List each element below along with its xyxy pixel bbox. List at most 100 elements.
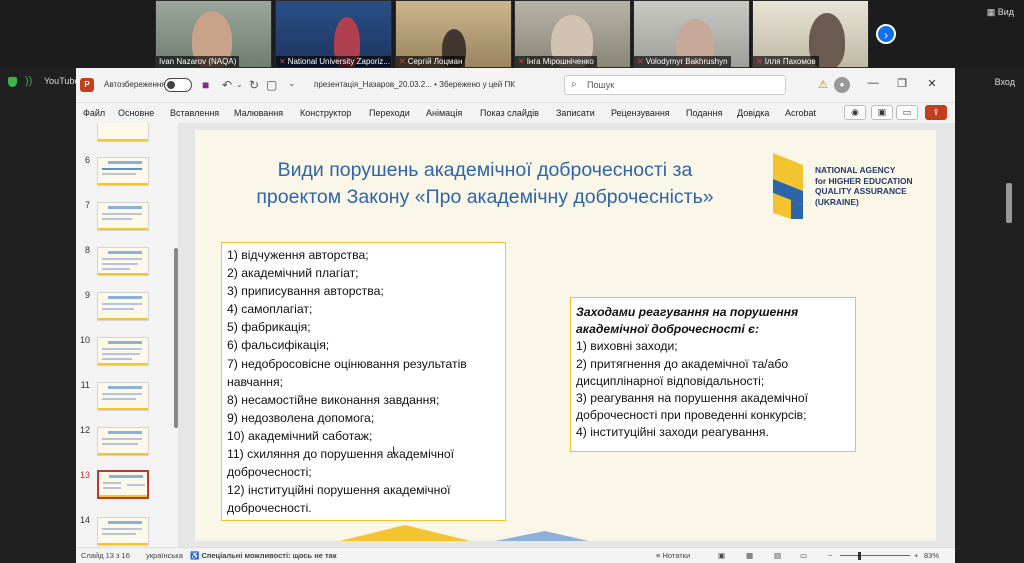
tab-review[interactable]: Рецензування — [611, 108, 670, 118]
zoom-participant-strip: Ivan Nazarov (NAQA) ✕ National University… — [0, 0, 1024, 68]
slide-thumbnail[interactable] — [97, 427, 149, 456]
tab-home[interactable]: Основне — [118, 108, 154, 118]
undo-dropdown-icon[interactable]: ⌄ — [236, 80, 243, 89]
participant-name: Ivan Nazarov (NAQA) — [156, 56, 240, 67]
slide-counter: Слайд 13 з 16 — [81, 551, 130, 560]
thumb-text — [103, 487, 121, 489]
slide-number: 13 — [79, 470, 90, 480]
thumb-text — [103, 482, 121, 484]
muted-mic-icon: ✕ — [518, 57, 525, 66]
tab-view[interactable]: Подання — [686, 108, 722, 118]
participant-name-text: National University Zaporiz... — [287, 57, 390, 66]
reading-view-icon[interactable]: ▤ — [774, 551, 781, 560]
screen: Ivan Nazarov (NAQA) ✕ National University… — [0, 0, 1024, 563]
exit-label[interactable]: Вход — [995, 77, 1015, 87]
tab-transitions[interactable]: Переходи — [369, 108, 410, 118]
slide-title[interactable]: Види порушень академічної доброчесності … — [215, 157, 755, 211]
shield-icon[interactable] — [8, 77, 17, 87]
slide-thumbnail-active[interactable] — [97, 470, 149, 499]
thumb-bar — [98, 273, 148, 275]
view-menu[interactable]: ▦ Вид — [987, 7, 1014, 18]
zoom-in-icon[interactable]: + — [914, 551, 918, 560]
tab-file[interactable]: Файл — [83, 108, 105, 118]
close-icon[interactable]: ✕ — [924, 77, 940, 90]
zoom-out-icon[interactable]: − — [828, 551, 832, 560]
muted-mic-icon: ✕ — [399, 57, 406, 66]
normal-view-icon[interactable]: ▣ — [718, 551, 725, 560]
undo-icon[interactable]: ↶ — [222, 78, 232, 92]
thumb-text — [102, 358, 132, 360]
thumb-title — [108, 296, 142, 299]
tab-insert[interactable]: Вставлення — [170, 108, 219, 118]
search-input[interactable]: ⌕ Пошук — [564, 75, 786, 95]
editor-scrollbar[interactable] — [1006, 183, 1012, 223]
avatar[interactable]: ● — [834, 77, 850, 93]
slide-number: 6 — [84, 155, 90, 165]
slide-thumbnail[interactable] — [97, 123, 149, 142]
zoom-slider[interactable] — [840, 555, 910, 556]
accessibility-status[interactable]: ♿ Спеціальні можливості: щось не так — [190, 551, 337, 560]
document-title[interactable]: презентація_Назаров_20.03.2... • Збереже… — [314, 80, 515, 89]
violations-textbox[interactable]: 1) відчуження авторства; 2) академічний … — [221, 242, 506, 521]
comments-button[interactable]: ▭ — [896, 105, 918, 120]
customize-icon[interactable]: ⌄ — [288, 78, 296, 89]
tab-help[interactable]: Довідка — [737, 108, 769, 118]
measures-heading: Заходами реагування на порушення академі… — [576, 305, 799, 337]
slide-thumbnail[interactable] — [97, 382, 149, 411]
record-button[interactable]: ◉ — [844, 105, 866, 120]
thumb-text — [102, 303, 142, 305]
slide-thumbnail[interactable] — [97, 337, 149, 366]
autosave-toggle[interactable] — [164, 78, 192, 92]
minimize-icon[interactable]: — — [865, 77, 881, 89]
language-indicator[interactable]: українська — [146, 551, 183, 560]
tab-record[interactable]: Записати — [556, 108, 595, 118]
list-item: 2) притягнення до академічної та/або дис… — [576, 356, 789, 388]
slide-canvas[interactable]: Види порушень академічної доброчесності … — [195, 130, 936, 541]
list-item: 6) фальсифікація; — [227, 338, 330, 353]
slide-thumbnail[interactable] — [97, 292, 149, 321]
thumb-text — [102, 348, 142, 350]
slideshow-icon[interactable]: ▭ — [800, 551, 807, 560]
participant-tile[interactable]: ✕ National University Zaporiz... — [275, 0, 392, 68]
tab-design[interactable]: Конструктор — [300, 108, 351, 118]
slide-thumbnail[interactable] — [97, 247, 149, 276]
thumb-text — [102, 308, 134, 310]
text-cursor-icon: I — [392, 445, 396, 457]
youtube-tab[interactable]: YouTube — [44, 76, 79, 86]
warning-icon[interactable]: ⚠ — [818, 78, 828, 91]
thumb-bar — [98, 408, 148, 410]
list-item: 1) виховні заходи; — [576, 339, 678, 354]
slide-number: 14 — [79, 515, 90, 525]
tab-slideshow[interactable]: Показ слайдів — [480, 108, 539, 118]
tab-draw[interactable]: Малювання — [234, 108, 283, 118]
slide-decoration — [339, 525, 589, 541]
participant-tile[interactable]: ✕ Volodymyr Bakhrushyn — [633, 0, 750, 68]
zoom-level[interactable]: 83% — [924, 551, 939, 560]
participant-tile[interactable]: Ivan Nazarov (NAQA) — [155, 0, 272, 68]
notes-button[interactable]: ≡ Нотатки — [656, 551, 690, 560]
slide-thumbnail[interactable] — [97, 157, 149, 186]
slide-thumbnail[interactable] — [97, 517, 149, 546]
participant-tile[interactable]: ✕ Інга Мірошніченко — [514, 0, 631, 68]
maximize-icon[interactable]: ❐ — [894, 77, 910, 90]
thumb-bar — [98, 228, 148, 230]
chevron-right-icon[interactable]: › — [876, 24, 896, 44]
rss-icon[interactable]: )) — [25, 75, 32, 87]
share-button[interactable]: ⇪ — [925, 105, 947, 120]
autosave-label: Автозбереження — [104, 80, 166, 89]
present-icon[interactable]: ▢ — [266, 78, 277, 92]
save-icon[interactable]: ■ — [202, 78, 209, 92]
participant-tile[interactable]: ✕ Ілля Пахомов — [752, 0, 869, 68]
tab-acrobat[interactable]: Acrobat — [785, 108, 816, 118]
slide-sorter-icon[interactable]: ▦ — [746, 551, 753, 560]
thumb-text — [102, 353, 140, 355]
redo-icon[interactable]: ↻ — [249, 78, 259, 92]
zoom-slider-knob[interactable] — [858, 552, 861, 560]
tab-animations[interactable]: Анімація — [426, 108, 462, 118]
measures-textbox[interactable]: Заходами реагування на порушення академі… — [570, 297, 856, 452]
thumb-title — [108, 251, 142, 254]
naqa-logo-mark-icon — [773, 153, 803, 219]
participant-tile[interactable]: ✕ Сергій Лоцман — [395, 0, 512, 68]
slide-thumbnail[interactable] — [97, 202, 149, 231]
present-teams-button[interactable]: ▣ — [871, 105, 893, 120]
